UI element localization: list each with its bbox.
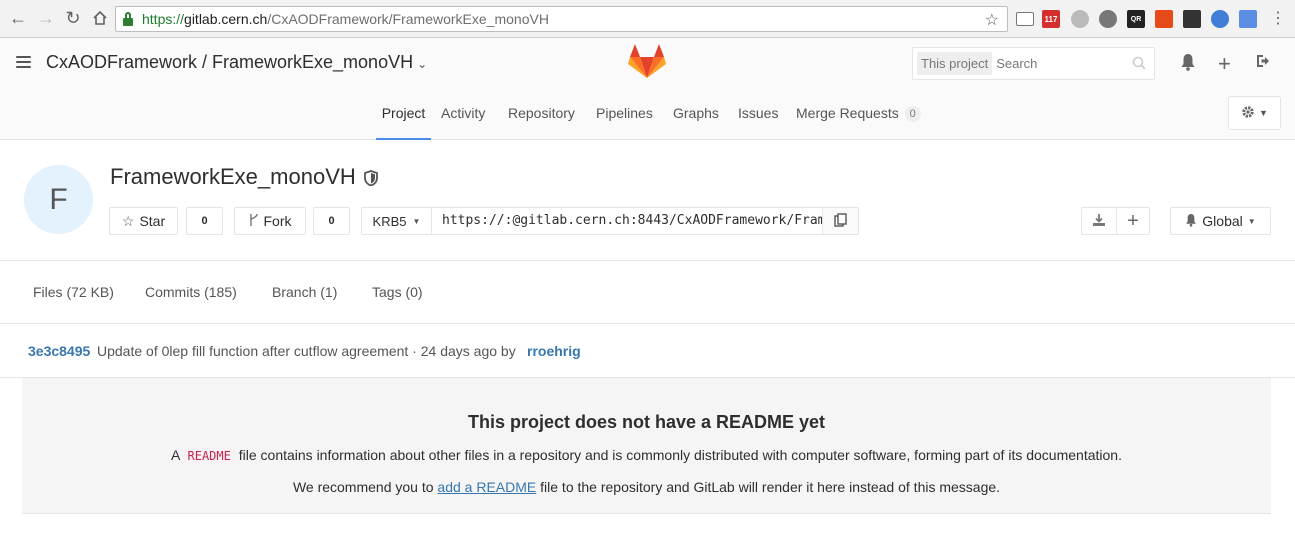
gear-icon bbox=[1241, 105, 1255, 122]
project-avatar: F bbox=[24, 165, 93, 234]
star-icon: ☆ bbox=[121, 212, 135, 229]
readme-line2-prefix: We recommend you to bbox=[292, 479, 434, 495]
branch-stat-link[interactable]: Branch (1) bbox=[272, 284, 337, 300]
readme-code: README bbox=[183, 448, 235, 464]
cloud-icon[interactable] bbox=[1071, 10, 1089, 28]
forward-icon[interactable]: → bbox=[36, 8, 56, 28]
shield-icon bbox=[364, 170, 378, 189]
tab-repository[interactable]: Repository bbox=[508, 102, 575, 140]
star-button[interactable]: ☆ Star bbox=[109, 207, 178, 235]
caret-down-icon: ▼ bbox=[1247, 216, 1256, 226]
caret-down-icon: ▼ bbox=[412, 216, 421, 226]
url-scheme: https:// bbox=[142, 11, 185, 27]
plus-icon[interactable]: + bbox=[1218, 51, 1231, 77]
qr-code-icon[interactable]: QR bbox=[1127, 10, 1145, 28]
caret-down-icon: ▼ bbox=[1259, 108, 1268, 118]
project-title: FrameworkExe_monoVH bbox=[110, 164, 356, 189]
divider bbox=[0, 260, 1295, 261]
commit-sha-link[interactable]: 3e3c8495 bbox=[28, 343, 90, 359]
tab-label: Project bbox=[381, 105, 426, 121]
clone-protocol-dropdown[interactable]: KRB5 ▼ bbox=[362, 208, 432, 234]
add-readme-link[interactable]: add a README bbox=[437, 479, 536, 495]
gitlab-header: CxAODFramework / FrameworkExe_monoVH ⌄ Th… bbox=[0, 38, 1295, 140]
chrome-menu-icon[interactable]: ⋮ bbox=[1268, 8, 1288, 28]
divider bbox=[0, 323, 1295, 324]
files-stat-link[interactable]: Files (72 KB) bbox=[33, 284, 114, 300]
commit-message: Update of 0lep fill function after cutfl… bbox=[97, 343, 516, 359]
url-host: gitlab.cern.ch bbox=[184, 11, 268, 27]
readme-description: A README file contains information about… bbox=[22, 447, 1271, 464]
tab-label: Repository bbox=[508, 105, 575, 121]
tab-pipelines[interactable]: Pipelines bbox=[596, 102, 653, 140]
tags-stat-link[interactable]: Tags (0) bbox=[372, 284, 423, 300]
clone-url-input[interactable]: https://:@gitlab.cern.ch:8443/CxAODFrame… bbox=[432, 208, 823, 234]
copy-clipboard-button[interactable] bbox=[823, 208, 858, 234]
search-input[interactable] bbox=[996, 56, 1147, 71]
readme-empty-state: This project does not have a README yet … bbox=[22, 378, 1271, 514]
tab-label: Merge Requests bbox=[796, 105, 899, 121]
clone-url-group: KRB5 ▼ https://:@gitlab.cern.ch:8443/CxA… bbox=[361, 207, 859, 235]
project-settings-button[interactable]: ▼ bbox=[1228, 96, 1281, 130]
evernote-icon[interactable] bbox=[1183, 10, 1201, 28]
project-nav-tabs: Project Activity Repository Pipelines Gr… bbox=[0, 102, 1295, 140]
address-bar[interactable]: https://gitlab.cern.ch/CxAODFramework/Fr… bbox=[115, 6, 1008, 32]
globe-icon[interactable] bbox=[1099, 10, 1117, 28]
url-path: /CxAODFramework/FrameworkExe_monoVH bbox=[267, 11, 549, 27]
readme-line2-suffix: file to the repository and GitLab will r… bbox=[540, 479, 1001, 495]
star-label: Star bbox=[139, 213, 166, 229]
extension-icon[interactable] bbox=[1239, 10, 1257, 28]
readme-line1-suffix: file contains information about other fi… bbox=[238, 447, 1122, 463]
tab-label: Pipelines bbox=[596, 105, 653, 121]
fork-count[interactable]: 0 bbox=[313, 207, 350, 235]
breadcrumb-text: CxAODFramework / FrameworkExe_monoVH bbox=[46, 52, 414, 72]
star-count[interactable]: 0 bbox=[186, 207, 223, 235]
sign-out-icon[interactable] bbox=[1256, 53, 1273, 74]
home-icon[interactable] bbox=[90, 8, 110, 28]
download-icon bbox=[1092, 213, 1106, 230]
fork-icon bbox=[249, 213, 259, 230]
hamburger-menu-icon[interactable] bbox=[16, 56, 31, 68]
breadcrumb[interactable]: CxAODFramework / FrameworkExe_monoVH ⌄ bbox=[46, 52, 427, 73]
bookmark-star-icon[interactable]: ☆ bbox=[985, 10, 999, 30]
browser-toolbar: ← → ↻ https://gitlab.cern.ch/CxAODFramew… bbox=[0, 0, 1295, 38]
back-icon[interactable]: ← bbox=[8, 8, 28, 28]
bell-icon[interactable] bbox=[1180, 53, 1196, 76]
tab-activity[interactable]: Activity bbox=[441, 102, 485, 140]
chevron-down-icon: ⌄ bbox=[417, 57, 428, 71]
plus-icon: + bbox=[1127, 209, 1139, 232]
tab-merge-requests[interactable]: Merge Requests 0 bbox=[796, 102, 921, 140]
tab-label: Graphs bbox=[673, 105, 719, 121]
notification-level-dropdown[interactable]: Global ▼ bbox=[1170, 207, 1271, 235]
tab-label: Activity bbox=[441, 105, 486, 121]
fork-button[interactable]: Fork bbox=[234, 207, 306, 235]
fork-label: Fork bbox=[263, 213, 292, 229]
office-icon[interactable] bbox=[1155, 10, 1173, 28]
bell-icon bbox=[1185, 213, 1197, 230]
search-icon bbox=[1132, 56, 1146, 73]
calendar-badge-icon[interactable]: 117 bbox=[1042, 10, 1060, 28]
clipboard-icon bbox=[834, 212, 847, 230]
search-box: This project bbox=[912, 47, 1155, 80]
readme-recommendation: We recommend you to add a README file to… bbox=[22, 479, 1271, 495]
lock-icon bbox=[122, 12, 134, 26]
gitlab-logo-icon[interactable] bbox=[628, 44, 666, 80]
notification-level-label: Global bbox=[1202, 213, 1243, 229]
reload-icon[interactable]: ↻ bbox=[63, 8, 83, 28]
commits-stat-link[interactable]: Commits (185) bbox=[145, 284, 237, 300]
pushbullet-icon[interactable] bbox=[1211, 10, 1229, 28]
merge-requests-count-badge: 0 bbox=[904, 106, 921, 123]
download-button[interactable] bbox=[1081, 207, 1117, 235]
commit-author-link[interactable]: rroehrig bbox=[527, 343, 581, 359]
tab-label: Issues bbox=[738, 105, 779, 121]
tab-issues[interactable]: Issues bbox=[738, 102, 778, 140]
readme-line1-prefix: A bbox=[171, 447, 180, 463]
tab-project[interactable]: Project bbox=[376, 102, 431, 140]
cast-icon[interactable] bbox=[1016, 12, 1034, 26]
clone-protocol-label: KRB5 bbox=[372, 213, 407, 229]
new-item-button[interactable]: + bbox=[1116, 207, 1150, 235]
tab-graphs[interactable]: Graphs bbox=[673, 102, 719, 140]
readme-title: This project does not have a README yet bbox=[467, 412, 826, 432]
search-scope-badge[interactable]: This project bbox=[917, 52, 993, 75]
